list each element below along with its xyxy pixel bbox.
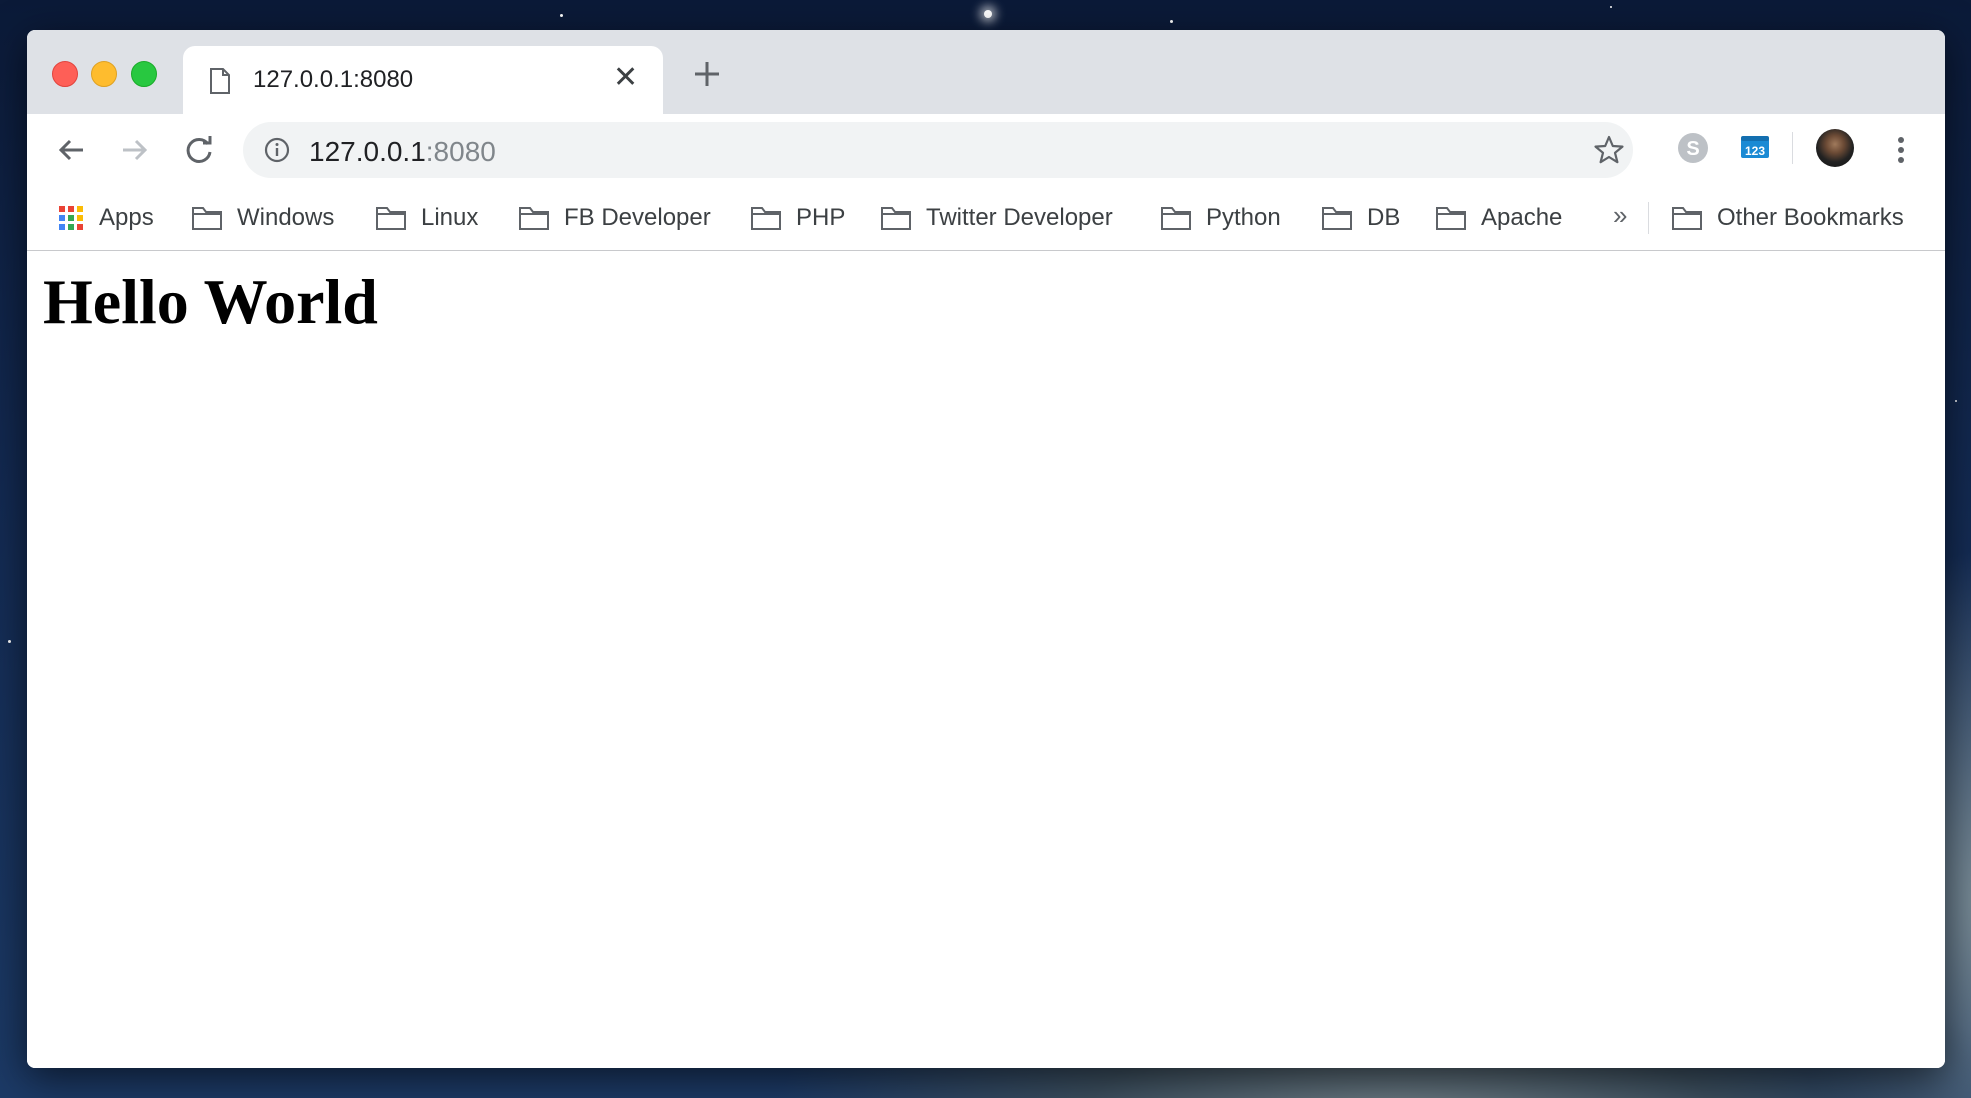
reload-button[interactable]: [181, 132, 217, 168]
svg-text:123: 123: [1745, 144, 1765, 158]
site-info-icon[interactable]: [263, 136, 291, 164]
document-icon: [210, 68, 230, 94]
bookmark-folder-fb-developer[interactable]: FB Developer: [518, 202, 711, 234]
profile-avatar[interactable]: [1816, 129, 1854, 167]
bookmark-folder-apache[interactable]: Apache: [1435, 202, 1562, 234]
bookmark-folder-other-bookmarks[interactable]: Other Bookmarks: [1671, 202, 1904, 234]
bookmarks-bar: Apps Windows Linux FB Developer PHP Twit…: [27, 186, 1945, 251]
bookmark-folder-twitter-developer[interactable]: Twitter Developer: [880, 202, 1113, 234]
bookmark-folder-python[interactable]: Python: [1160, 202, 1281, 234]
bookmark-label: Apps: [99, 204, 154, 231]
bookmark-label: PHP: [796, 204, 846, 231]
background-star: [1955, 400, 1957, 402]
folder-icon: [1322, 207, 1352, 230]
background-star: [560, 14, 563, 17]
bookmark-folder-linux[interactable]: Linux: [375, 202, 478, 234]
folder-icon: [1436, 207, 1466, 230]
folder-icon: [1161, 207, 1191, 230]
skype-icon[interactable]: S: [1675, 130, 1711, 166]
bookmark-label: Twitter Developer: [926, 204, 1113, 231]
bookmark-label: Other Bookmarks: [1717, 204, 1904, 231]
bookmark-apps[interactable]: Apps: [57, 202, 154, 234]
bookmark-label: DB: [1367, 204, 1401, 231]
svg-text:S: S: [1686, 138, 1699, 160]
bookmark-folder-php[interactable]: PHP: [750, 202, 845, 234]
new-tab-button[interactable]: [691, 58, 723, 90]
apps-grid-icon: [59, 206, 83, 230]
url-port: :8080: [425, 136, 496, 167]
bookmark-label: Linux: [421, 204, 479, 231]
toolbar: 127.0.0.1:8080 S 123: [27, 114, 1945, 186]
bookmark-star-icon[interactable]: [1593, 134, 1625, 166]
bookmark-label: Windows: [237, 204, 335, 231]
folder-icon: [751, 207, 781, 230]
folder-icon: [192, 207, 222, 230]
close-tab-icon[interactable]: ✕: [613, 63, 638, 93]
page-content: Hello World: [27, 251, 1945, 1068]
background-star: [8, 640, 11, 643]
bookmark-folder-windows[interactable]: Windows: [191, 202, 334, 234]
forward-button[interactable]: [117, 132, 153, 168]
bookmark-label: FB Developer: [564, 204, 711, 231]
bookmarks-overflow-button[interactable]: »: [1613, 200, 1627, 231]
folder-icon: [881, 207, 911, 230]
url-host: 127.0.0.1: [309, 136, 426, 167]
background-star: [1170, 20, 1173, 23]
close-window-button[interactable]: [52, 61, 78, 87]
title-bar: 127.0.0.1:8080 ✕: [27, 30, 1945, 114]
zoom-window-button[interactable]: [131, 61, 157, 87]
back-button[interactable]: [53, 132, 89, 168]
page-heading: Hello World: [43, 266, 378, 337]
folder-icon: [376, 207, 406, 230]
bookmarks-separator: [1648, 202, 1649, 234]
tab-title: 127.0.0.1:8080: [253, 66, 414, 93]
bookmark-label: Python: [1206, 204, 1281, 231]
background-star: [984, 10, 992, 18]
more-menu-icon[interactable]: [1895, 134, 1907, 166]
folder-icon: [1672, 207, 1702, 230]
browser-window: 127.0.0.1:8080 ✕ 127.0.0.1:8080 S 123 Ap…: [27, 30, 1945, 1068]
bookmark-label: Apache: [1481, 204, 1563, 231]
folder-icon: [519, 207, 549, 230]
calendar-123-icon[interactable]: 123: [1737, 130, 1773, 166]
bookmark-folder-db[interactable]: DB: [1321, 202, 1400, 234]
background-star: [1610, 6, 1612, 8]
address-bar[interactable]: 127.0.0.1:8080: [243, 122, 1633, 178]
tab-active[interactable]: 127.0.0.1:8080 ✕: [183, 46, 663, 114]
url-text[interactable]: 127.0.0.1:8080: [309, 136, 496, 168]
minimize-window-button[interactable]: [91, 61, 117, 87]
toolbar-separator: [1792, 132, 1793, 164]
